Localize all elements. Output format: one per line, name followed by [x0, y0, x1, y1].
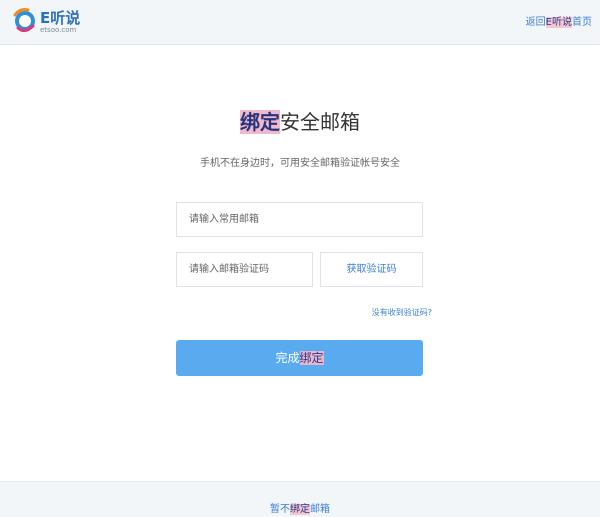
- verification-code-input[interactable]: [176, 252, 313, 287]
- email-input[interactable]: [176, 202, 423, 237]
- complete-binding-button[interactable]: 完成绑定: [176, 340, 423, 376]
- skip-binding-link[interactable]: 暂不绑定邮箱: [0, 500, 600, 515]
- back-link-highlight: E听说: [545, 17, 572, 28]
- page-subtitle: 手机不在身边时，可用安全邮箱验证帐号安全: [200, 158, 400, 169]
- skip-suffix: 邮箱: [310, 504, 330, 515]
- back-link-suffix: 首页: [572, 17, 592, 28]
- header-bar: E听说 etsoo.com 返回E听说首页: [0, 0, 600, 45]
- back-link-prefix: 返回: [525, 17, 546, 28]
- title-highlight: 绑定: [240, 110, 280, 134]
- get-code-button[interactable]: 获取验证码: [320, 252, 423, 287]
- submit-prefix: 完成: [275, 351, 300, 365]
- no-code-link[interactable]: 没有收到验证码?: [372, 307, 432, 318]
- logo-icon: [13, 8, 35, 33]
- logo-name: E听说: [40, 9, 81, 27]
- back-home-link[interactable]: 返回E听说首页: [526, 13, 592, 28]
- submit-highlight: 绑定: [299, 351, 324, 365]
- skip-highlight: 绑定: [290, 504, 310, 515]
- page: E听说 etsoo.com 返回E听说首页 绑定安全邮箱 手机不在身边时，可用安…: [0, 0, 600, 517]
- logo-domain: etsoo.com: [40, 26, 77, 34]
- logo[interactable]: E听说 etsoo.com: [12, 6, 102, 38]
- footer-bar: 暂不绑定邮箱: [0, 481, 600, 517]
- title-rest: 安全邮箱: [280, 110, 360, 134]
- skip-prefix: 暂不: [270, 504, 290, 515]
- page-title: 绑定安全邮箱: [0, 106, 600, 135]
